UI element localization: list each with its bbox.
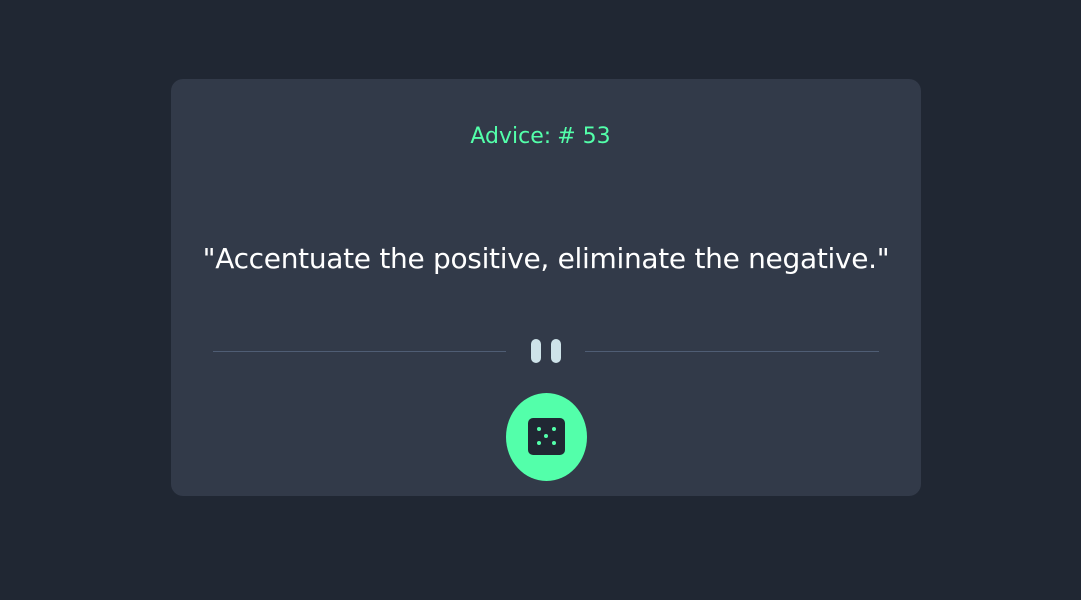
advice-heading: Advice: # 53 <box>0 123 1081 151</box>
pause-icon <box>531 339 561 363</box>
divider-line-right <box>585 351 879 352</box>
divider-line-left <box>213 351 506 352</box>
dice-pip <box>544 434 548 438</box>
dice-pip <box>552 427 556 431</box>
new-advice-button[interactable] <box>506 393 587 481</box>
advice-number: # 53 <box>557 124 611 149</box>
dice-pip <box>537 427 541 431</box>
dice-pip <box>552 441 556 445</box>
pause-bar-right <box>551 339 561 363</box>
dice-pip <box>537 441 541 445</box>
advice-quote: "Accentuate the positive, eliminate the … <box>202 242 890 275</box>
dice-icon <box>528 418 565 455</box>
pause-bar-left <box>531 339 541 363</box>
advice-label: Advice: <box>470 124 552 149</box>
